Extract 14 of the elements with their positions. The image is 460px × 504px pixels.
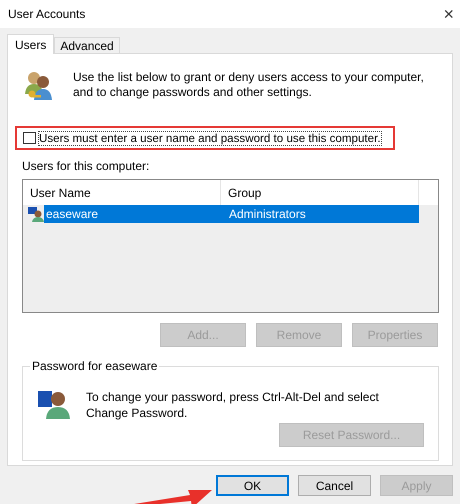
checkbox-label[interactable]: Users must enter a user name and password to use this computer. <box>39 132 381 144</box>
password-text: To change your password, press Ctrl-Alt-Del and select Change Password. <box>86 389 380 421</box>
tab[interactable]: Advanced <box>54 37 120 53</box>
dialog-button[interactable]: OK <box>216 475 289 496</box>
table-cell-text: easeware <box>45 207 100 221</box>
group-title: Password for easeware <box>30 359 160 373</box>
users-label: Users for this computer: <box>22 159 150 173</box>
intro-text: Use the list below to grant or deny users access to your computer, and to change passwords and other settings. <box>73 70 425 101</box>
table-cell-text: Administrators <box>229 207 307 221</box>
tab[interactable]: Users <box>7 34 54 54</box>
dialog-button[interactable]: Cancel <box>298 475 371 496</box>
close-button[interactable]: × <box>443 5 454 23</box>
window-title: User Accounts <box>8 7 86 21</box>
user-row[interactable]: easeware Administrators <box>44 205 419 223</box>
